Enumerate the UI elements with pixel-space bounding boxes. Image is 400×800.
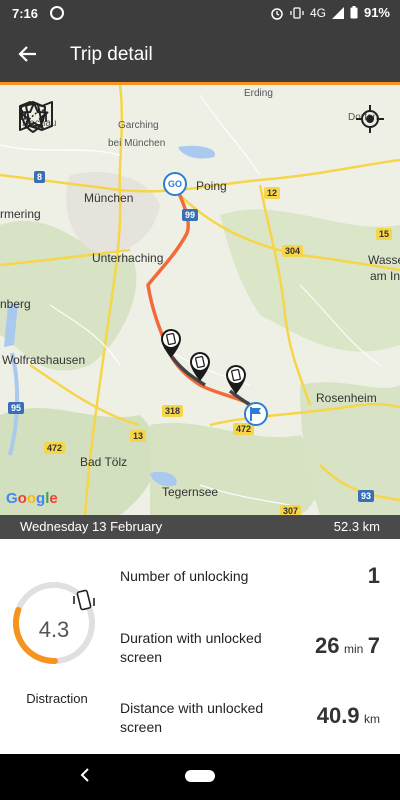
map-tools [18,100,198,136]
phone-shake-icon[interactable] [21,100,150,136]
battery-icon [350,6,358,19]
alarm-icon [271,7,283,20]
trip-distance: 52.3 km [333,519,380,534]
google-logo: Google [6,490,58,507]
distance-label: Distance with unlocked screen [120,700,264,735]
app-bar: Trip detail [0,28,400,82]
stat-duration: Duration with unlocked screen 26 min 7 [120,629,390,673]
signal-icon [331,6,344,19]
road-badge-472-2: 472 [44,442,66,454]
stat-unlocking: Number of unlocking 1 [120,563,390,597]
unlock-marker-3[interactable] [224,363,248,395]
road-badge-99: 99 [182,209,199,221]
finish-marker[interactable] [244,402,268,426]
road-badge-12: 12 [264,187,281,199]
map-label-bad-toelz: Bad Tölz [80,455,128,469]
trip-summary-strip: Wednesday 13 February 52.3 km [0,515,400,539]
network-type: 4G [309,5,326,20]
trip-date: Wednesday 13 February [20,519,163,534]
map-label-bei-muenchen: bei München [108,138,166,149]
start-marker[interactable]: GO [163,172,187,196]
star-icon[interactable] [19,100,102,136]
distraction-score: 4.3 [38,617,70,642]
flag-icon [250,407,261,421]
arrow-left-icon [18,46,36,62]
sync-icon [50,6,64,20]
duration-value: 26 min 7 [315,633,380,658]
phone-shake-icon [70,587,98,620]
road-badge-15: 15 [376,228,393,240]
map-label-rosenheim: Rosenheim [316,391,377,405]
distance-value: 40.9 km [316,703,380,728]
status-bar: 7:16 4G 91% [0,0,400,28]
map-label-tegernsee: Tegernsee [162,485,219,499]
stat-distance: Distance with unlocked screen 40.9 km [120,699,390,743]
road-badge-95: 95 [8,402,25,414]
map-label-unterhaching: Unterhaching [92,251,164,265]
trip-map[interactable]: Dachau Erding Garching bei München Dorfe… [0,85,400,515]
map-label-ermering: rmering [0,207,41,221]
trip-stats: 4.3 Distraction Number of unlocking 1 Du… [0,539,400,754]
map-label-am-in: am In [370,269,400,283]
unlocking-value: 1 [367,563,380,588]
crosshair-icon[interactable] [354,103,386,135]
road-badge-307: 307 [280,505,302,515]
battery-percent: 91% [363,5,390,20]
unlock-marker-2[interactable] [188,350,212,382]
status-icons: 4G 91% [270,5,390,20]
page-title: Trip detail [70,44,153,65]
chevron-left-icon [80,768,89,782]
road-badge-13: 13 [130,430,147,442]
road-badge-318: 318 [162,405,184,417]
status-time: 7:16 [12,6,39,21]
road-badge-304: 304 [282,245,304,257]
duration-label: Duration with unlocked screen [120,630,262,665]
map-label-poing: Poing [196,179,227,193]
system-nav-bar [0,754,400,800]
map-label-nberg: nberg [0,297,31,311]
distraction-label: Distraction [26,691,88,706]
map-label-muenchen: München [84,191,134,205]
map-label-wolfratshausen: Wolfratshausen [2,353,86,367]
map-label-erding: Erding [244,88,273,99]
nav-back-button[interactable] [78,766,92,789]
unlock-marker-1[interactable] [159,327,183,359]
vibrate-icon [290,6,304,19]
unlocking-label: Number of unlocking [120,568,249,584]
nav-home-button[interactable] [185,770,215,782]
back-button[interactable] [14,40,42,68]
road-badge-93: 93 [358,490,375,502]
map-route-icon[interactable] [19,100,198,136]
map-label-wasser: Wasse [368,253,400,267]
road-badge-8: 8 [34,171,46,183]
